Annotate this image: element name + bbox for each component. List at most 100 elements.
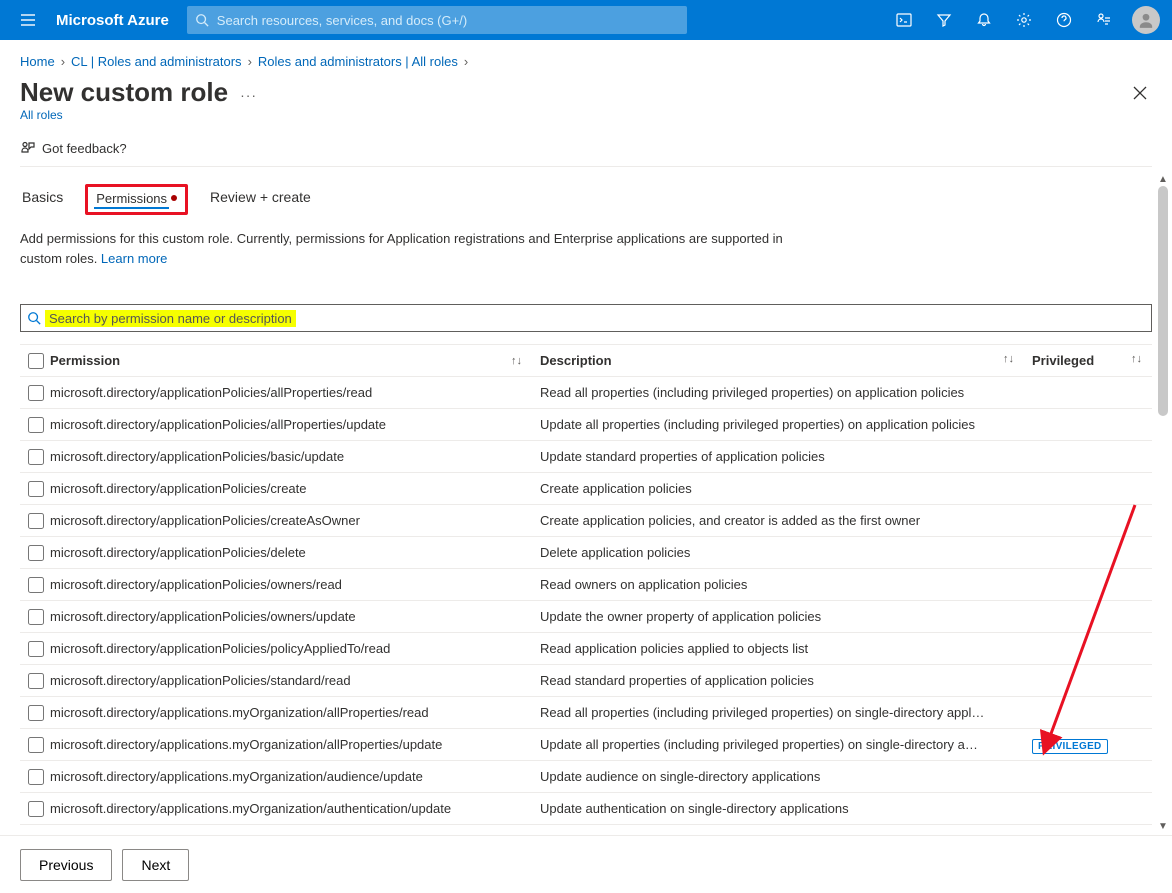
table-row[interactable]: microsoft.directory/applicationPolicies/…: [20, 505, 1152, 537]
breadcrumb: Home › CL | Roles and administrators › R…: [0, 40, 1172, 73]
row-checkbox[interactable]: [28, 641, 44, 657]
intro-text: Add permissions for this custom role. Cu…: [0, 215, 820, 268]
help-icon[interactable]: [1044, 0, 1084, 40]
learn-more-link[interactable]: Learn more: [101, 251, 167, 266]
sort-icon[interactable]: ↑↓: [511, 355, 522, 367]
table-row[interactable]: microsoft.directory/applicationPolicies/…: [20, 377, 1152, 409]
brand-label[interactable]: Microsoft Azure: [48, 12, 187, 29]
description-cell: Create application policies, and creator…: [540, 513, 1032, 528]
previous-button[interactable]: Previous: [20, 849, 112, 881]
content-area: Home › CL | Roles and administrators › R…: [0, 40, 1172, 835]
scroll-down-arrow-icon[interactable]: ▼: [1156, 819, 1170, 833]
permission-cell: microsoft.directory/applicationPolicies/…: [50, 641, 540, 656]
row-checkbox[interactable]: [28, 705, 44, 721]
description-cell: Update authentication on single-director…: [540, 801, 1032, 816]
row-checkbox[interactable]: [28, 513, 44, 529]
vertical-scrollbar[interactable]: ▲ ▼: [1156, 172, 1170, 833]
description-cell: Read owners on application policies: [540, 577, 1032, 592]
tab-bar: Basics Permissions Review + create: [0, 167, 1172, 215]
row-checkbox[interactable]: [28, 417, 44, 433]
table-row[interactable]: microsoft.directory/applicationPolicies/…: [20, 537, 1152, 569]
account-avatar[interactable]: [1132, 6, 1160, 34]
permission-cell: microsoft.directory/applications.myOrgan…: [50, 801, 540, 816]
table-row[interactable]: microsoft.directory/applications.myOrgan…: [20, 729, 1152, 761]
table-row[interactable]: microsoft.directory/applications.myOrgan…: [20, 793, 1152, 825]
privileged-badge: PRIVILEGED: [1032, 739, 1108, 754]
global-search[interactable]: [187, 6, 687, 34]
page-title-row: New custom role ···: [0, 73, 1172, 108]
close-blade-button[interactable]: [1128, 81, 1152, 108]
table-row[interactable]: microsoft.directory/applicationPolicies/…: [20, 473, 1152, 505]
next-button[interactable]: Next: [122, 849, 189, 881]
scroll-thumb[interactable]: [1158, 186, 1168, 416]
row-checkbox[interactable]: [28, 577, 44, 593]
table-row[interactable]: microsoft.directory/applicationPolicies/…: [20, 665, 1152, 697]
breadcrumb-item[interactable]: CL | Roles and administrators: [71, 54, 242, 69]
permission-search-box[interactable]: Search by permission name or description: [20, 304, 1152, 332]
permission-cell: microsoft.directory/applicationPolicies/…: [50, 609, 540, 624]
filter-icon[interactable]: [924, 0, 964, 40]
permission-cell: microsoft.directory/applicationPolicies/…: [50, 673, 540, 688]
table-row[interactable]: microsoft.directory/applicationPolicies/…: [20, 633, 1152, 665]
table-row[interactable]: microsoft.directory/applicationPolicies/…: [20, 569, 1152, 601]
permission-cell: microsoft.directory/applicationPolicies/…: [50, 577, 540, 592]
tab-review-create[interactable]: Review + create: [208, 183, 313, 215]
table-row[interactable]: microsoft.directory/applicationPolicies/…: [20, 409, 1152, 441]
row-checkbox[interactable]: [28, 545, 44, 561]
global-search-input[interactable]: [215, 12, 679, 29]
notifications-icon[interactable]: [964, 0, 1004, 40]
person-feedback-icon: [20, 140, 36, 156]
permission-cell: microsoft.directory/applicationPolicies/…: [50, 481, 540, 496]
table-row[interactable]: microsoft.directory/applicationPolicies/…: [20, 441, 1152, 473]
permission-cell: microsoft.directory/applicationPolicies/…: [50, 417, 540, 432]
hamburger-menu-icon[interactable]: [8, 0, 48, 40]
description-cell: Read standard properties of application …: [540, 673, 1032, 688]
tab-basics[interactable]: Basics: [20, 183, 65, 215]
cloud-shell-icon[interactable]: [884, 0, 924, 40]
col-header-privileged[interactable]: Privileged: [1032, 353, 1094, 368]
description-cell: Delete application policies: [540, 545, 1032, 560]
row-checkbox[interactable]: [28, 481, 44, 497]
breadcrumb-item[interactable]: Roles and administrators | All roles: [258, 54, 458, 69]
subtitle-link[interactable]: All roles: [0, 108, 1172, 132]
row-checkbox[interactable]: [28, 769, 44, 785]
row-checkbox[interactable]: [28, 609, 44, 625]
tab-permissions-highlighted[interactable]: Permissions: [85, 184, 188, 215]
table-row[interactable]: microsoft.directory/applications.myOrgan…: [20, 697, 1152, 729]
table-row[interactable]: microsoft.directory/applications.myOrgan…: [20, 761, 1152, 793]
table-row[interactable]: microsoft.directory/applicationPolicies/…: [20, 601, 1152, 633]
permission-search-placeholder-highlight: Search by permission name or description: [45, 310, 296, 327]
search-icon: [27, 311, 41, 325]
row-checkbox[interactable]: [28, 385, 44, 401]
chevron-right-icon: ›: [464, 54, 468, 69]
privileged-cell: PRIVILEGED: [1032, 737, 1152, 752]
description-cell: Update all properties (including privile…: [540, 417, 1032, 432]
feedback-icon[interactable]: [1084, 0, 1124, 40]
permission-cell: microsoft.directory/applicationPolicies/…: [50, 545, 540, 560]
page-title: New custom role: [20, 77, 228, 108]
footer-bar: Previous Next: [0, 835, 1172, 893]
more-actions-button[interactable]: ···: [240, 87, 257, 103]
row-checkbox[interactable]: [28, 801, 44, 817]
col-header-permission[interactable]: Permission: [50, 353, 120, 368]
col-header-description[interactable]: Description: [540, 353, 612, 368]
search-icon: [195, 13, 209, 27]
row-checkbox[interactable]: [28, 673, 44, 689]
scroll-up-arrow-icon[interactable]: ▲: [1156, 172, 1170, 186]
settings-gear-icon[interactable]: [1004, 0, 1044, 40]
row-checkbox[interactable]: [28, 449, 44, 465]
row-checkbox[interactable]: [28, 737, 44, 753]
tab-dirty-indicator-icon: [171, 195, 177, 201]
description-cell: Update standard properties of applicatio…: [540, 449, 1032, 464]
table-header-row: Permission ↑↓ Description ↑↓ Privileged ↑↓: [20, 345, 1152, 377]
description-cell: Read all properties (including privilege…: [540, 705, 1032, 720]
select-all-checkbox[interactable]: [28, 353, 44, 369]
breadcrumb-item[interactable]: Home: [20, 54, 55, 69]
permission-cell: microsoft.directory/applicationPolicies/…: [50, 513, 540, 528]
description-cell: Read application policies applied to obj…: [540, 641, 1032, 656]
sort-icon[interactable]: ↑↓: [1131, 353, 1142, 368]
permission-cell: microsoft.directory/applications.myOrgan…: [50, 705, 540, 720]
sort-icon[interactable]: ↑↓: [1003, 353, 1014, 368]
permission-cell: microsoft.directory/applications.myOrgan…: [50, 769, 540, 784]
feedback-button[interactable]: Got feedback?: [0, 132, 1172, 166]
